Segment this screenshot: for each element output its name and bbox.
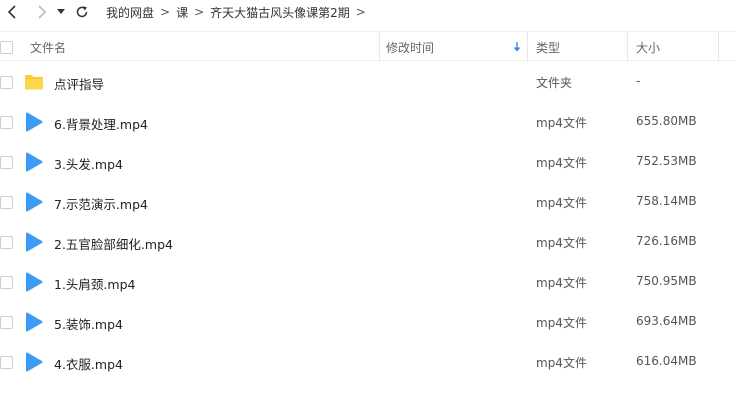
- back-button[interactable]: [2, 2, 22, 22]
- file-size: 752.53MB: [636, 154, 697, 168]
- select-all-checkbox[interactable]: [0, 32, 13, 62]
- breadcrumb-separator-icon[interactable]: >: [356, 5, 366, 19]
- video-icon: [24, 352, 44, 372]
- file-name[interactable]: 2.五官脸部细化.mp4: [54, 234, 173, 253]
- file-row[interactable]: 5.装饰.mp4 mp4文件 693.64MB: [0, 302, 736, 342]
- file-size: 655.80MB: [636, 114, 697, 128]
- file-type: mp4文件: [536, 356, 587, 370]
- video-icon: [24, 192, 44, 212]
- breadcrumb-item-current[interactable]: 齐天大猫古风头像课第2期: [210, 4, 350, 21]
- file-type: mp4文件: [536, 236, 587, 250]
- folder-icon: [24, 72, 44, 92]
- row-checkbox[interactable]: [0, 276, 13, 289]
- breadcrumb: 我的网盘 > 课 > 齐天大猫古风头像课第2期 >: [106, 4, 372, 21]
- chevron-right-icon: [38, 5, 47, 19]
- row-checkbox[interactable]: [0, 116, 13, 129]
- row-checkbox[interactable]: [0, 236, 13, 249]
- file-list-header: 文件名 修改时间 类型 大小: [0, 31, 736, 62]
- column-divider[interactable]: [527, 32, 528, 62]
- history-dropdown-button[interactable]: [54, 2, 68, 22]
- row-checkbox[interactable]: [0, 156, 13, 169]
- column-divider[interactable]: [718, 32, 719, 62]
- file-name[interactable]: 4.衣服.mp4: [54, 354, 123, 373]
- column-header-size[interactable]: 大小: [636, 32, 660, 62]
- breadcrumb-item-root[interactable]: 我的网盘: [106, 4, 154, 21]
- breadcrumb-separator-icon: >: [194, 5, 205, 19]
- file-type: mp4文件: [536, 116, 587, 130]
- refresh-icon: [76, 6, 88, 18]
- column-header-name[interactable]: 文件名: [30, 32, 66, 62]
- file-row[interactable]: 7.示范演示.mp4 mp4文件 758.14MB: [0, 182, 736, 222]
- file-type: mp4文件: [536, 156, 587, 170]
- forward-button[interactable]: [32, 2, 52, 22]
- file-row[interactable]: 4.衣服.mp4 mp4文件 616.04MB: [0, 342, 736, 382]
- breadcrumb-separator-icon: >: [160, 5, 171, 19]
- row-checkbox[interactable]: [0, 316, 13, 329]
- file-size: -: [636, 74, 641, 88]
- file-name[interactable]: 3.头发.mp4: [54, 154, 123, 173]
- sort-down-arrow-icon[interactable]: [513, 32, 521, 62]
- video-icon: [24, 232, 44, 252]
- column-divider[interactable]: [627, 32, 628, 62]
- column-divider[interactable]: [379, 32, 380, 62]
- file-row[interactable]: 3.头发.mp4 mp4文件 752.53MB: [0, 142, 736, 182]
- breadcrumb-item-course[interactable]: 课: [176, 4, 188, 21]
- file-name[interactable]: 点评指导: [54, 74, 104, 93]
- caret-down-icon: [57, 9, 65, 14]
- video-icon: [24, 152, 44, 172]
- video-icon: [24, 312, 44, 332]
- file-size: 693.64MB: [636, 314, 697, 328]
- chevron-left-icon: [7, 5, 16, 19]
- row-checkbox[interactable]: [0, 356, 13, 369]
- file-row[interactable]: 6.背景处理.mp4 mp4文件 655.80MB: [0, 102, 736, 142]
- file-name[interactable]: 5.装饰.mp4: [54, 314, 123, 333]
- column-header-type[interactable]: 类型: [536, 32, 560, 62]
- file-type: mp4文件: [536, 196, 587, 210]
- refresh-button[interactable]: [72, 2, 92, 22]
- file-size: 750.95MB: [636, 274, 697, 288]
- row-checkbox[interactable]: [0, 196, 13, 209]
- file-size: 616.04MB: [636, 354, 697, 368]
- column-header-modified[interactable]: 修改时间: [386, 32, 434, 62]
- file-type: mp4文件: [536, 276, 587, 290]
- video-icon: [24, 272, 44, 292]
- file-row[interactable]: 1.头肩颈.mp4 mp4文件 750.95MB: [0, 262, 736, 302]
- file-row[interactable]: 2.五官脸部细化.mp4 mp4文件 726.16MB: [0, 222, 736, 262]
- file-size: 726.16MB: [636, 234, 697, 248]
- file-type: 文件夹: [536, 76, 573, 90]
- file-name[interactable]: 1.头肩颈.mp4: [54, 274, 135, 293]
- file-size: 758.14MB: [636, 194, 697, 208]
- file-row[interactable]: 点评指导 文件夹 -: [0, 62, 736, 102]
- toolbar: 我的网盘 > 课 > 齐天大猫古风头像课第2期 >: [0, 0, 736, 24]
- file-name[interactable]: 7.示范演示.mp4: [54, 194, 148, 213]
- row-checkbox[interactable]: [0, 76, 13, 89]
- file-type: mp4文件: [536, 316, 587, 330]
- file-name[interactable]: 6.背景处理.mp4: [54, 114, 148, 133]
- video-icon: [24, 112, 44, 132]
